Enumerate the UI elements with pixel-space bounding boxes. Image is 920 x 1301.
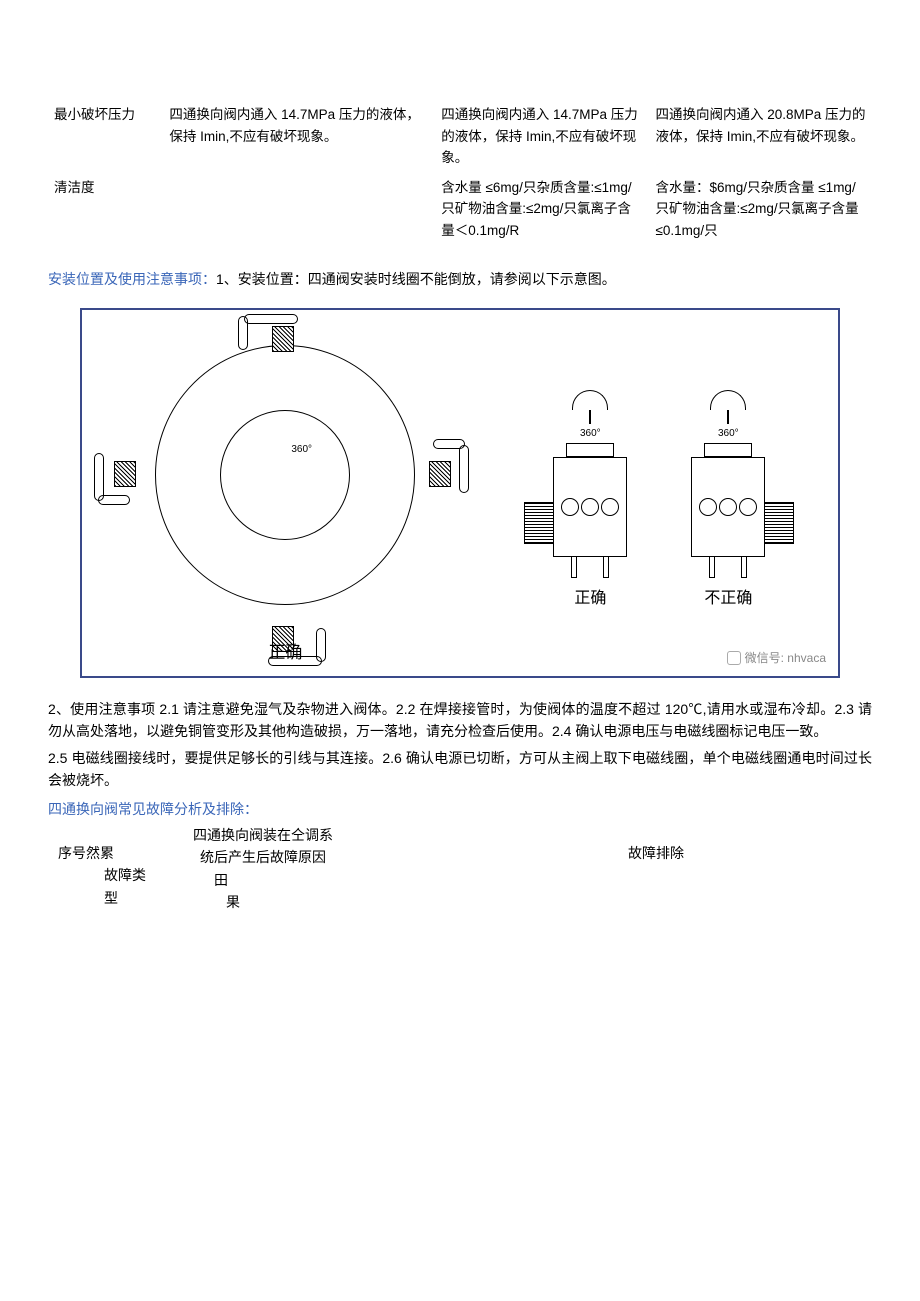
trouble-c3: 故障排除 [628, 842, 684, 864]
trouble-spacer [358, 824, 618, 914]
trouble-c1-l2: 故障类型 [58, 864, 158, 909]
spec-c3: 四通换向阀内通入 14.7MPa 压力的液体，保持 Imin,不应有破坏现象。 [435, 100, 649, 173]
angle-label: 360° [291, 442, 312, 458]
wechat-icon [727, 651, 741, 665]
diagram-left-panel: 360° 正确 [96, 324, 475, 668]
assembly-correct-icon: 360° 正确 [530, 390, 650, 612]
correct-label: 正确 [574, 586, 606, 612]
spec-c4b: 含水量：$6mg/只杂质含量 ≤1mg/只矿物油含量:≤2mg/只氯离子含量≤0… [650, 173, 873, 246]
inner-circle-icon [220, 410, 350, 540]
watermark: 微信号: nhvaca [727, 649, 826, 668]
trouble-col3: 故障排除 [618, 824, 694, 914]
watermark-text: 微信号: nhvaca [745, 649, 826, 668]
table-row: 清洁度 含水量 ≤6mg/只杂质含量:≤1mg/只矿物油含量:≤2mg/只氯离子… [48, 173, 872, 246]
installation-diagram: 360° 正确 360° [80, 308, 840, 678]
trouble-col1: 序号然累 故障类型 [48, 824, 168, 914]
table-row: 序号然累 故障类型 四通换向阀装在仝调系 统后产生后故障原因 田 果 故障排除 [48, 824, 694, 914]
valve-icon [250, 312, 320, 368]
diagram-right-panel: 360° 正确 360° 不正确 [495, 324, 824, 668]
incorrect-label: 不正确 [704, 586, 752, 612]
angle-label: 360° [580, 426, 601, 442]
spec-c3b: 含水量 ≤6mg/只杂质含量:≤1mg/只矿物油含量:≤2mg/只氯离子含量＜0… [435, 173, 649, 246]
spec-table: 最小破坏压力 四通换向阀内通入 14.7MPa 压力的液体，保持 Imin,不应… [48, 100, 872, 246]
trouble-c2-l4: 果 [178, 891, 348, 913]
trouble-c2-l2: 统后产生后故障原因 [178, 846, 348, 868]
spec-label-clean: 清洁度 [48, 173, 163, 246]
spec-label-pressure: 最小破坏压力 [48, 100, 163, 173]
left-caption: 正确 [268, 639, 302, 666]
trouble-c2-l1: 四通换向阀装在仝调系 [178, 824, 348, 846]
angle-label: 360° [718, 426, 739, 442]
install-heading-rest: 1、安装位置：四通阀安装时线圈不能倒放，请参阅以下示意图。 [216, 271, 616, 287]
install-heading: 安装位置及使用注意事项：1、安装位置：四通阀安装时线圈不能倒放，请参阅以下示意图… [48, 268, 872, 290]
install-heading-blue: 安装位置及使用注意事项： [48, 271, 216, 287]
table-row: 最小破坏压力 四通换向阀内通入 14.7MPa 压力的液体，保持 Imin,不应… [48, 100, 872, 173]
trouble-c1-l1: 序号然累 [58, 842, 158, 864]
spec-c4: 四通换向阀内通入 20.8MPa 压力的液体，保持 Imin,不应有破坏现象。 [650, 100, 873, 173]
usage-paragraph-2: 2.5 电磁线圈接线时，要提供足够长的引线与其连接。2.6 确认电源已切断，方可… [48, 747, 872, 792]
assembly-incorrect-icon: 360° 不正确 [668, 390, 788, 612]
spec-c2b [163, 173, 435, 246]
usage-paragraph-1: 2、使用注意事项 2.1 请注意避免湿气及杂物进入阀体。2.2 在焊接接管时，为… [48, 698, 872, 743]
trouble-c2-l3: 田 [178, 869, 348, 891]
trouble-col2: 四通换向阀装在仝调系 统后产生后故障原因 田 果 [168, 824, 358, 914]
troubleshoot-heading: 四通换向阀常见故障分析及排除： [48, 798, 872, 820]
spec-c2: 四通换向阀内通入 14.7MPa 压力的液体，保持 Imin,不应有破坏现象。 [163, 100, 435, 173]
troubleshoot-table: 序号然累 故障类型 四通换向阀装在仝调系 统后产生后故障原因 田 果 故障排除 [48, 824, 694, 914]
valve-icon [421, 447, 491, 503]
valve-icon [80, 447, 150, 503]
